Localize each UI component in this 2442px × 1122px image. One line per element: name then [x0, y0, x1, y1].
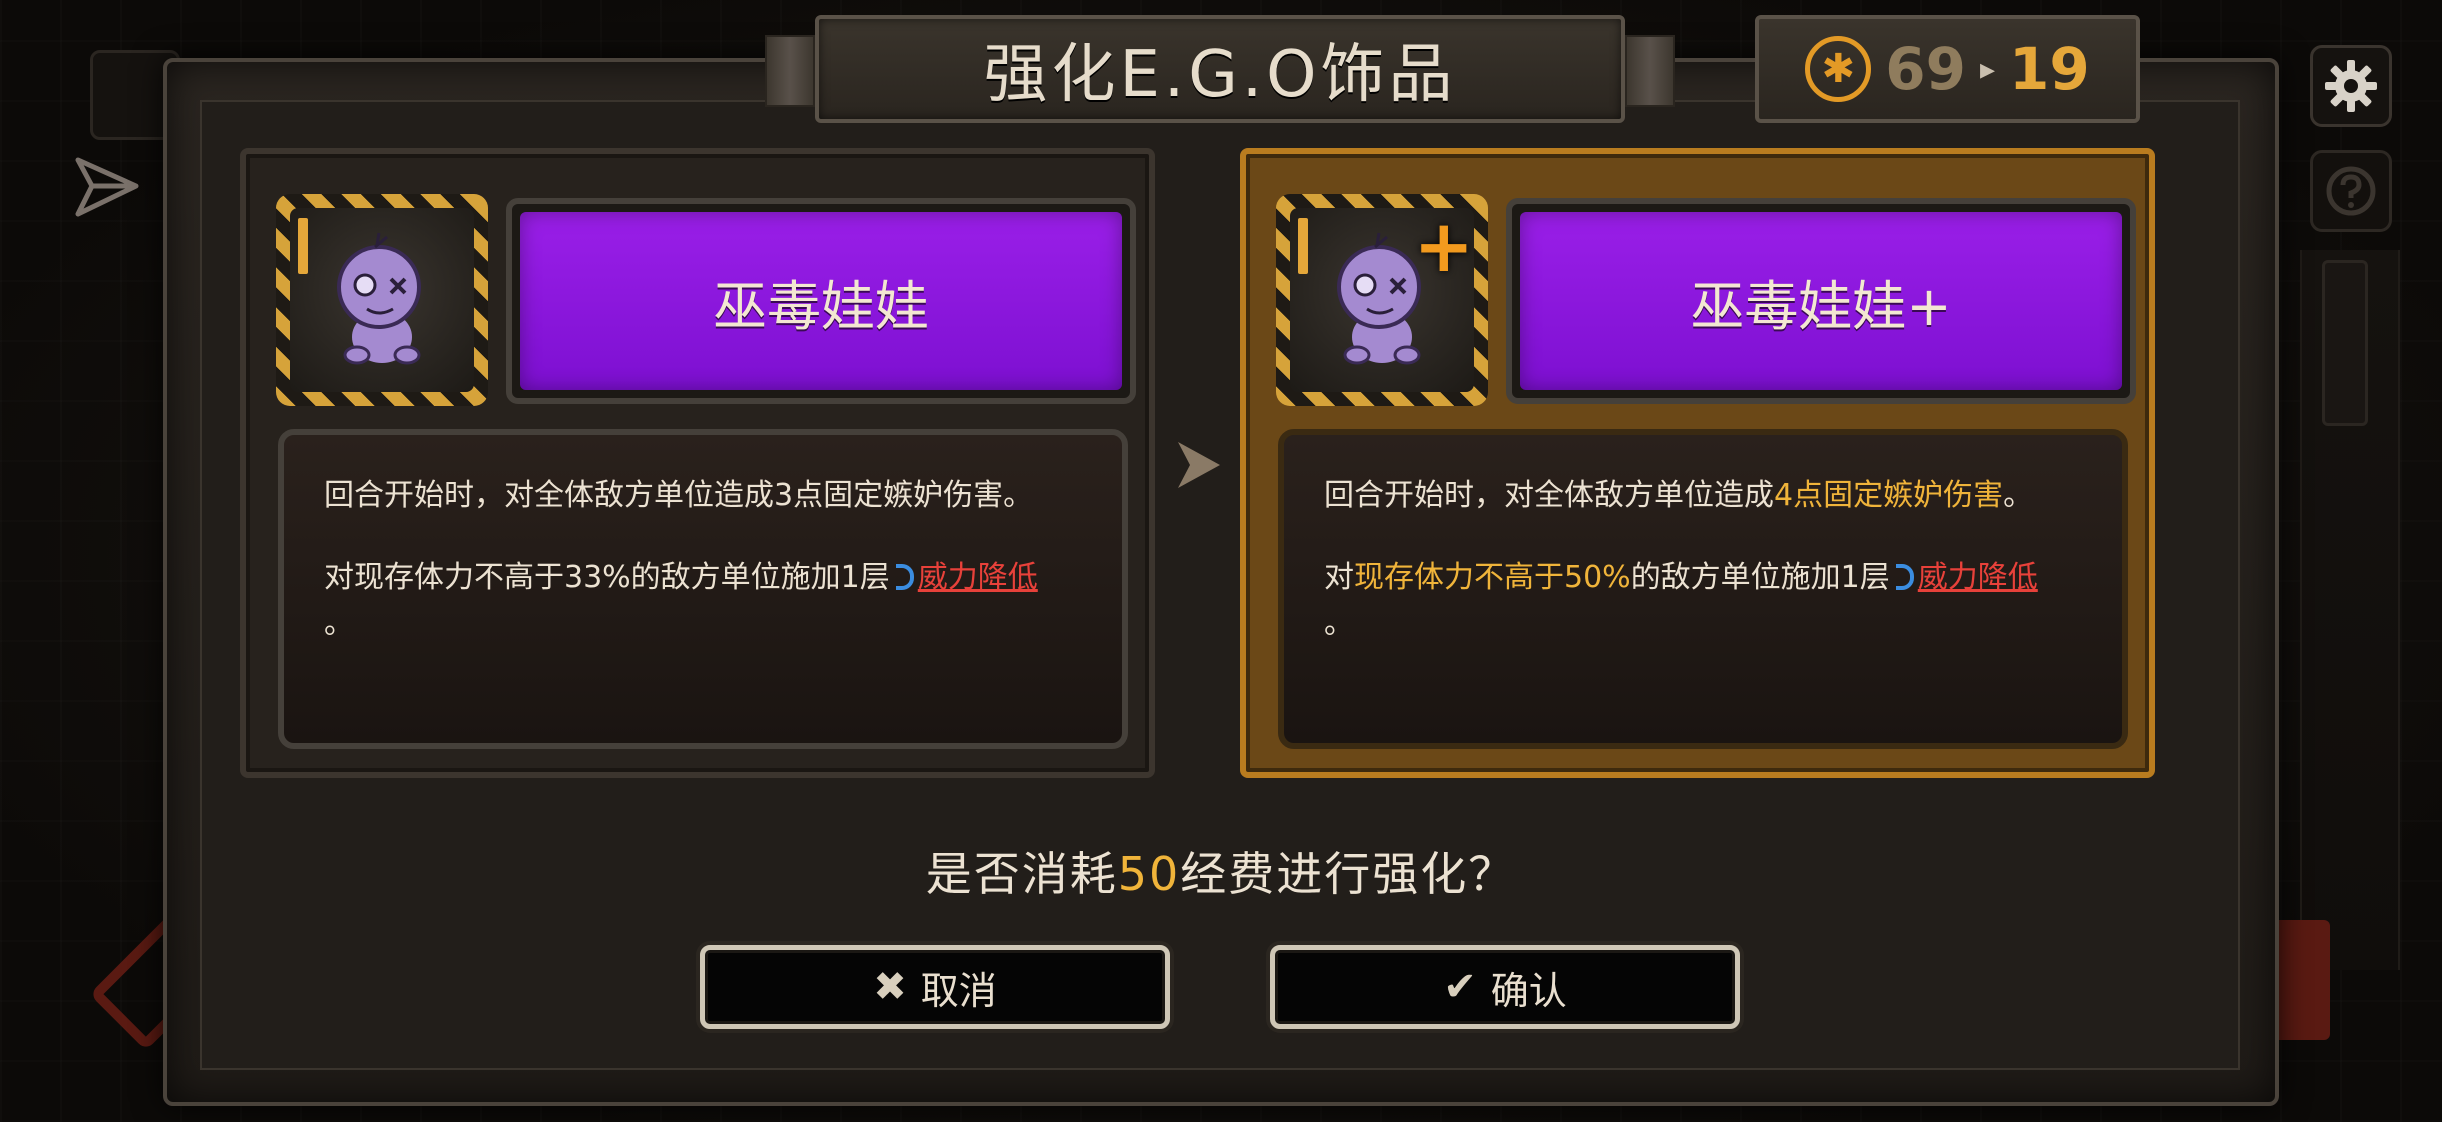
upgrade-plus-icon: + — [1413, 204, 1474, 288]
settings-button[interactable] — [2310, 45, 2392, 127]
tier-marker — [298, 218, 308, 274]
keyword-link[interactable]: 威力降低 — [1918, 560, 2038, 595]
item-description: 回合开始时，对全体敌方单位造成4点固定嫉妒伤害。 对现存体力不高于50%的敌方单… — [1278, 429, 2128, 749]
item-name: 巫毒娃娃 — [713, 274, 929, 338]
desc-line: 回合开始时，对全体敌方单位造成3点固定嫉妒伤害。 — [324, 478, 1034, 513]
cancel-button[interactable]: ✖ 取消 — [700, 945, 1170, 1029]
close-icon: ✖ — [873, 964, 907, 1010]
item-name-box: 巫毒娃娃 — [506, 198, 1136, 404]
desc-text: 对 — [1324, 560, 1354, 595]
keyword-link[interactable]: 威力降低 — [918, 560, 1038, 595]
desc-text: 回合开始时，对全体敌方单位造成 — [1324, 478, 1774, 513]
arrow-right-icon — [1176, 440, 1222, 490]
question-icon — [2326, 166, 2376, 216]
gear-coin-icon: ✱ — [1805, 36, 1872, 102]
check-icon: ✔ — [1443, 964, 1477, 1010]
desc-text: 。 — [2003, 478, 2034, 513]
desc-highlight: 现存体力不高于50% — [1354, 560, 1631, 595]
desc-line: 对现存体力不高于50%的敌方单位施加1层 威力降低 — [1324, 555, 2082, 601]
power-down-icon — [1895, 564, 1914, 590]
cost-display: ✱ 69 ▸ 19 — [1755, 15, 2140, 123]
item-description: 回合开始时，对全体敌方单位造成3点固定嫉妒伤害。 对现存体力不高于33%的敌方单… — [278, 429, 1128, 749]
desc-highlight: 4点固定嫉妒伤害 — [1774, 478, 2004, 513]
cost-after: 19 — [2009, 35, 2090, 103]
title-bracket — [1625, 35, 1675, 107]
item-icon-frame — [276, 194, 488, 406]
confirm-button[interactable]: ✔ 确认 — [1270, 945, 1740, 1029]
desc-line: 。 — [1324, 606, 1354, 641]
confirm-prompt: 是否消耗50经费进行强化？ — [0, 838, 2442, 904]
item-icon-frame: + — [1276, 194, 1488, 406]
item-name-box: 巫毒娃娃+ — [1506, 198, 2136, 404]
dialog-title: 强化E.G.O饰品 — [983, 38, 1457, 112]
cost-arrow: ▸ — [1979, 51, 1996, 87]
send-icon[interactable] — [72, 152, 142, 222]
title-plate: 强化E.G.O饰品 — [815, 15, 1625, 123]
desc-line: 。 — [324, 606, 354, 641]
cost-current: 69 — [1885, 35, 1966, 103]
prompt-amount: 50 — [1117, 847, 1181, 901]
desc-text: 的敌方单位施加1层 — [1630, 560, 1890, 595]
desc-line: 回合开始时，对全体敌方单位造成4点固定嫉妒伤害。 — [1324, 473, 2082, 519]
confirm-label: 确认 — [1490, 968, 1567, 1013]
power-down-icon — [895, 564, 914, 590]
cancel-label: 取消 — [920, 968, 997, 1013]
upgraded-ego-card: + 巫毒娃娃+ 回合开始时，对全体敌方单位造成4点固定嫉妒伤害。 对现存体力不高… — [1240, 148, 2155, 778]
title-bracket — [765, 35, 815, 107]
desc-line: 对现存体力不高于33%的敌方单位施加1层 威力降低 — [324, 555, 1082, 601]
help-button[interactable] — [2310, 150, 2392, 232]
gear-icon — [2325, 60, 2377, 112]
item-name: 巫毒娃娃+ — [1690, 274, 1952, 338]
voodoo-doll-icon — [337, 232, 421, 365]
prompt-text: 是否消耗 — [925, 847, 1118, 901]
prompt-text: 经费进行强化？ — [1180, 847, 1517, 901]
current-ego-card: 巫毒娃娃 回合开始时，对全体敌方单位造成3点固定嫉妒伤害。 对现存体力不高于33… — [240, 148, 1155, 778]
desc-text: 对现存体力不高于33%的敌方单位施加1层 — [324, 560, 890, 595]
tier-marker — [1298, 218, 1308, 274]
